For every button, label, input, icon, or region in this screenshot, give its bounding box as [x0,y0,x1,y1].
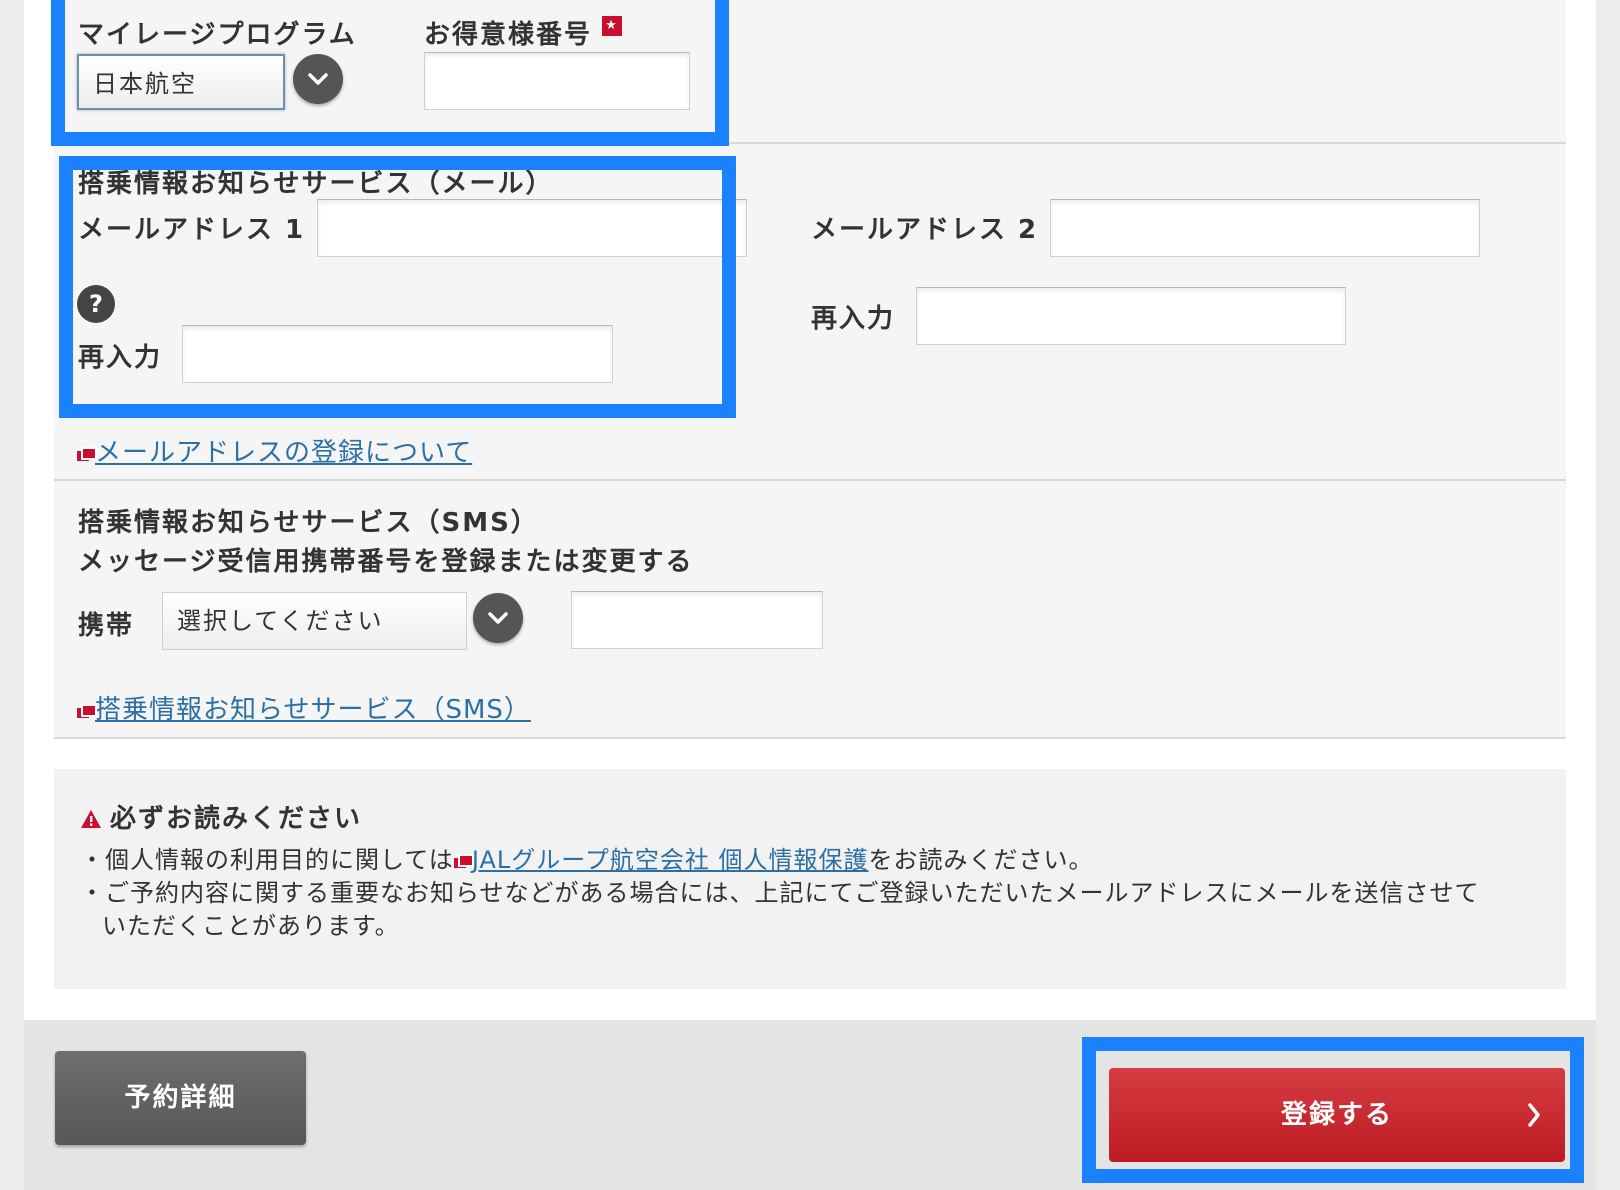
email1-label: メールアドレス 1 [78,215,306,245]
sms-service-link-text[interactable]: 搭乗情報お知らせサービス（SMS） [95,695,531,725]
notice-line-1: ・個人情報の利用目的に関しては JALグループ航空会社 個人情報保護をお読みくださ… [80,840,1093,875]
mobile-carrier-value: 選択してください [177,607,384,635]
divider [54,737,1566,739]
sms-service-link[interactable]: 搭乗情報お知らせサービス（SMS） [77,689,531,726]
sms-service-title: 搭乗情報お知らせサービス（SMS） [78,508,539,538]
chevron-down-icon[interactable] [473,593,523,643]
member-number-label: お得意様番号 ★ [424,14,623,51]
notice-title-text: 必ずお読みください [110,804,363,834]
notice-line-3: いただくことがあります。 [102,912,400,940]
sms-service-subtitle: メッセージ受信用携帯番号を登録または変更する [78,547,694,577]
member-number-input[interactable] [424,52,690,110]
reenter1-label: 再入力 [78,343,163,373]
email2-label: メールアドレス 2 [811,215,1039,245]
warning-icon [81,810,101,828]
email-registration-link-text[interactable]: メールアドレスの登録について [95,438,472,468]
reenter2-input[interactable] [916,287,1346,345]
reenter2-label: 再入力 [811,304,896,334]
required-icon: ★ [602,16,623,36]
mileage-program-label: マイレージプログラム [78,20,357,50]
pdf-icon [453,854,474,868]
member-number-label-text: お得意様番号 [424,20,593,50]
mobile-number-input[interactable] [571,591,823,649]
chevron-down-icon[interactable] [293,54,343,104]
email-service-title: 搭乗情報お知らせサービス（メール） [78,169,554,199]
notice-line-2: ・ご予約内容に関する重要なお知らせなどがある場合には、上記にてご登録いただいたメ… [80,879,1480,907]
reservation-details-button[interactable]: 予約詳細 [55,1051,306,1145]
notice-title: 必ずお読みください [80,798,362,835]
help-icon[interactable]: ? [77,285,115,323]
email1-input[interactable] [317,199,747,257]
privacy-policy-link[interactable]: JALグループ航空会社 個人情報保護 [472,846,869,874]
mileage-program-select[interactable]: 日本航空 [77,54,285,110]
pdf-icon [77,446,97,461]
email-registration-link[interactable]: メールアドレスの登録について [77,432,472,469]
pdf-icon [77,703,97,718]
notice-line-1-suffix: をお読みください。 [868,846,1094,874]
mobile-label: 携帯 [78,611,135,641]
mobile-carrier-select[interactable]: 選択してください [162,592,467,650]
email2-input[interactable] [1050,199,1480,257]
mileage-program-value: 日本航空 [93,70,197,98]
reenter1-input[interactable] [182,325,613,383]
chevron-right-icon [1525,1068,1543,1190]
register-button[interactable]: 登録する [1109,1068,1565,1162]
notice-line-1-prefix: ・個人情報の利用目的に関しては [80,846,454,874]
register-button-label: 登録する [1280,1100,1393,1130]
